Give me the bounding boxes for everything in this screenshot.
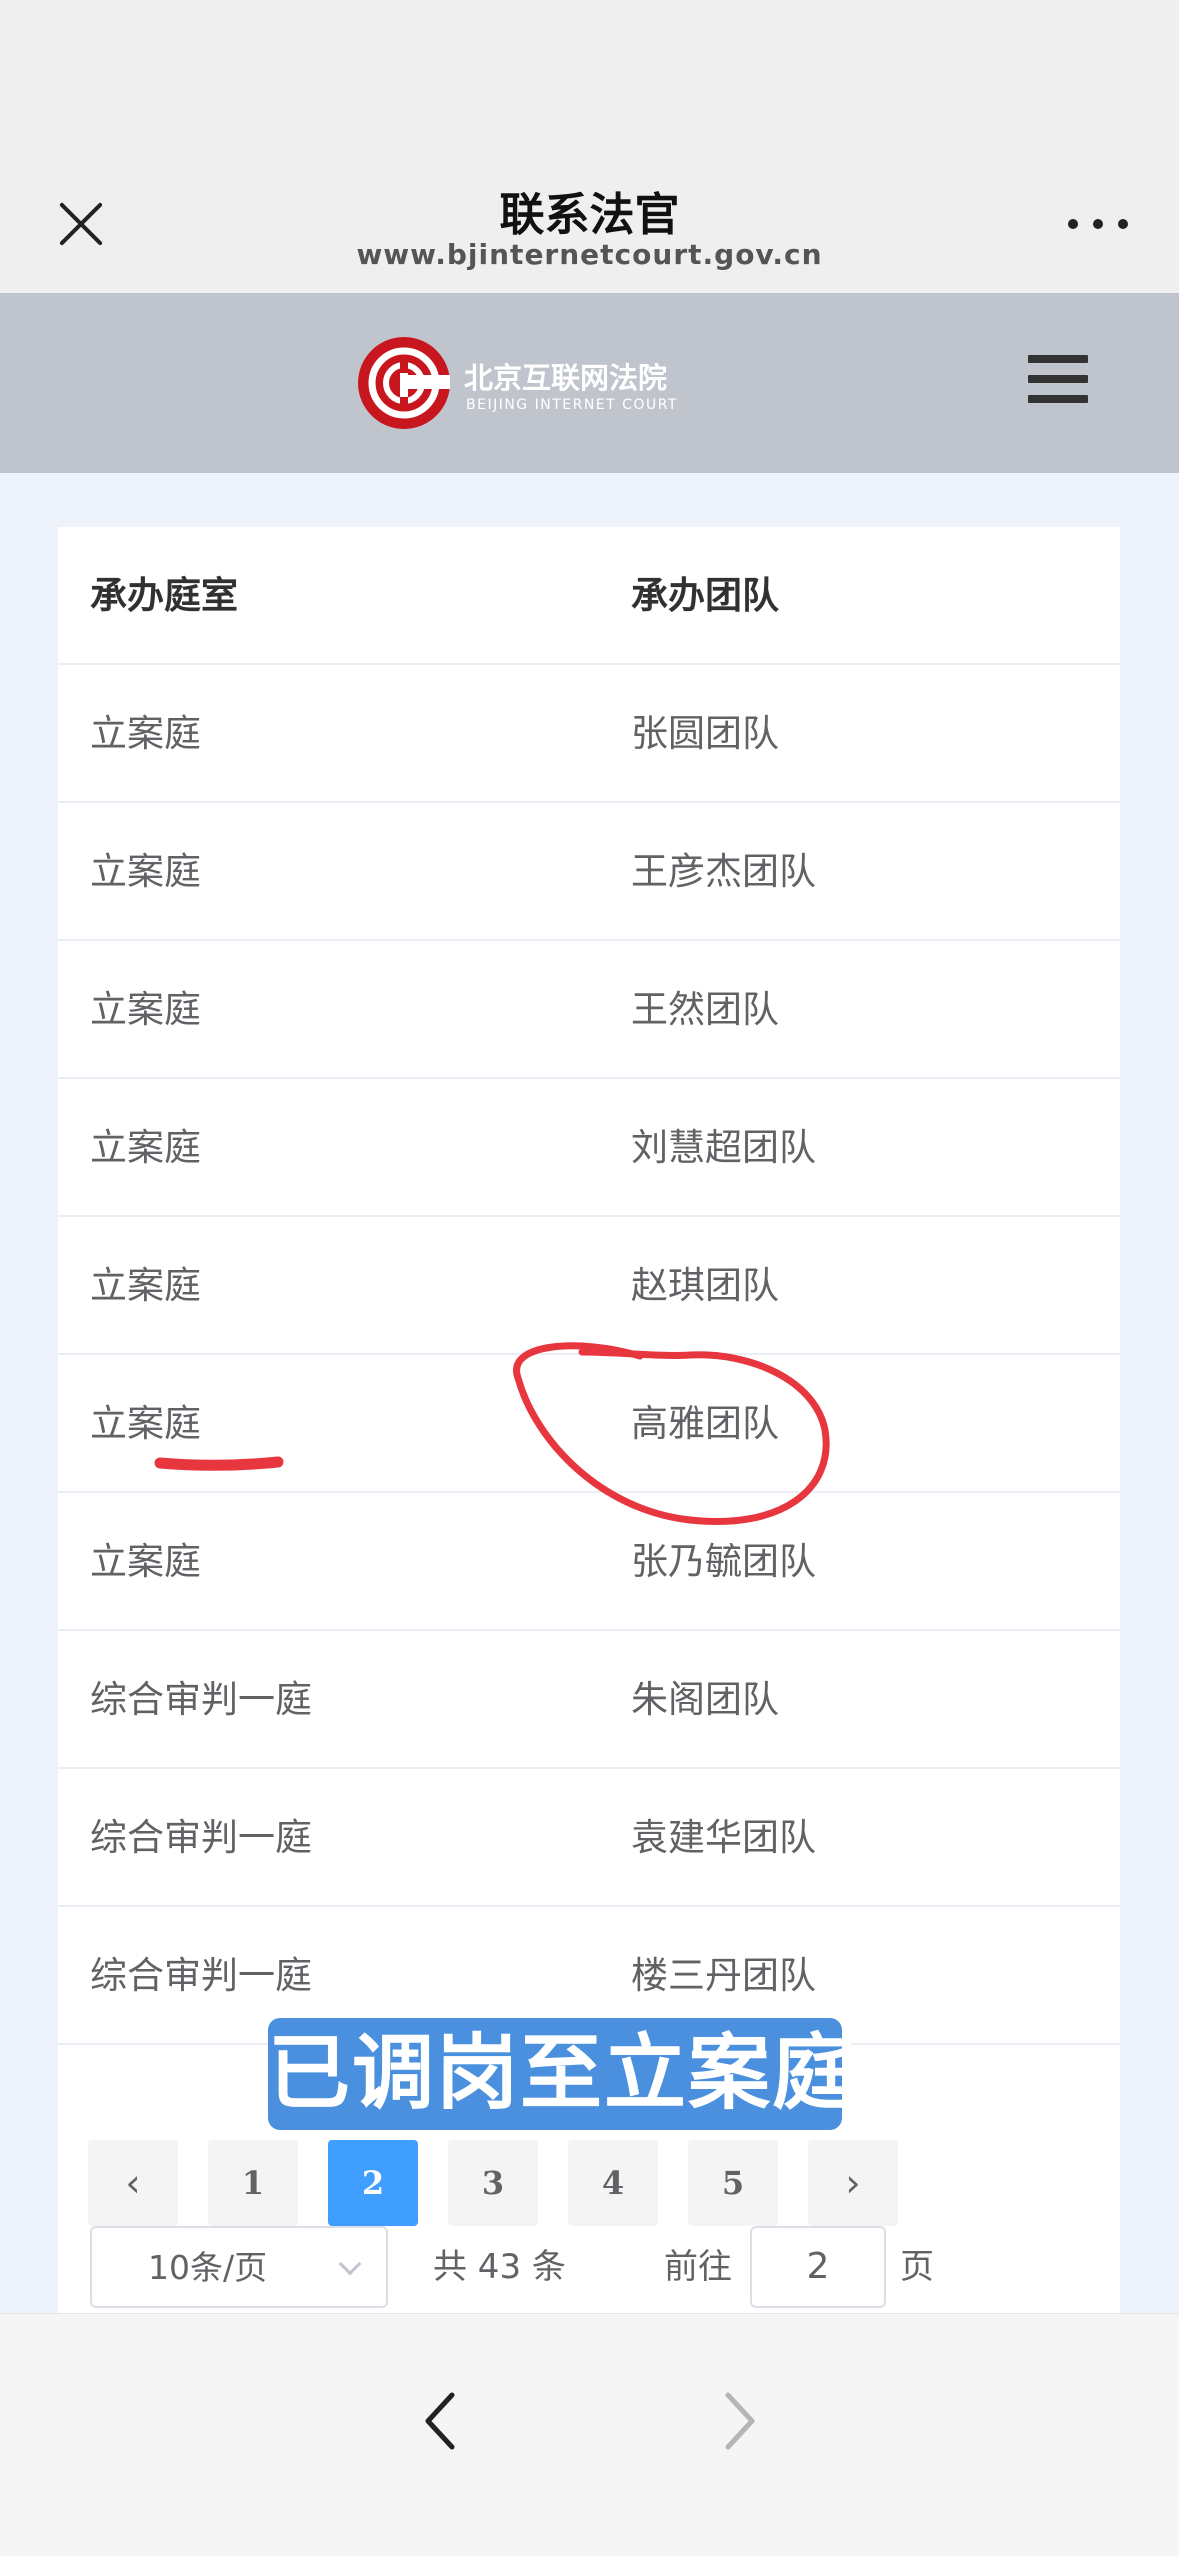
page-button[interactable]: 4 — [568, 2140, 658, 2226]
division-cell: 立案庭 — [90, 712, 201, 755]
forward-arrow-icon[interactable] — [720, 2389, 760, 2453]
division-cell: 立案庭 — [90, 1126, 201, 1169]
page-url: www.bjinternetcourt.gov.cn — [356, 238, 823, 271]
total-count: 共 43 条 — [433, 2247, 566, 2287]
hamburger-menu-icon[interactable] — [1028, 355, 1088, 403]
team-cell: 赵琪团队 — [631, 1264, 779, 1307]
page-button[interactable]: 1 — [208, 2140, 298, 2226]
team-cell: 张乃毓团队 — [631, 1540, 816, 1583]
division-cell: 立案庭 — [90, 1264, 201, 1307]
team-cell: 刘慧超团队 — [631, 1126, 816, 1169]
site-header: 北京互联网法院 BEIJING INTERNET COURT — [0, 293, 1179, 473]
browser-top-bar: 联系法官 www.bjinternetcourt.gov.cn — [0, 0, 1179, 293]
goto-unit: 页 — [900, 2247, 934, 2287]
division-cell: 立案庭 — [90, 850, 201, 893]
table-row: 立案庭 高雅团队 — [58, 1355, 1120, 1493]
page-button-current[interactable]: 2 — [328, 2140, 418, 2226]
division-cell: 立案庭 — [90, 1540, 201, 1583]
table-row: 立案庭 张圆团队 — [58, 665, 1120, 803]
court-logo[interactable]: 北京互联网法院 BEIJING INTERNET COURT — [356, 335, 676, 431]
team-cell: 高雅团队 — [631, 1402, 779, 1445]
court-emblem-icon — [358, 337, 450, 429]
back-arrow-icon[interactable] — [420, 2389, 460, 2453]
table-row: 综合审判一庭 朱阁团队 — [58, 1631, 1120, 1769]
goto-page-input[interactable]: 2 — [750, 2226, 886, 2308]
table-row: 立案庭 张乃毓团队 — [58, 1493, 1120, 1631]
more-options-icon[interactable] — [1068, 216, 1128, 232]
page-button[interactable]: 5 — [688, 2140, 778, 2226]
table-row: 立案庭 赵琪团队 — [58, 1217, 1120, 1355]
division-cell: 综合审判一庭 — [90, 1816, 312, 1859]
court-name-en: BEIJING INTERNET COURT — [466, 397, 678, 413]
team-cell: 王彦杰团队 — [631, 850, 816, 893]
table-row: 立案庭 王然团队 — [58, 941, 1120, 1079]
court-name-cn: 北京互联网法院 — [464, 361, 668, 395]
team-cell: 王然团队 — [631, 988, 779, 1031]
overlay-caption: 已调岗至立案庭 — [268, 2018, 854, 2130]
column-header-team: 承办团队 — [631, 574, 779, 617]
browser-bottom-bar — [0, 2313, 1179, 2556]
division-cell: 综合审判一庭 — [90, 1678, 312, 1721]
chevron-down-icon — [338, 2252, 362, 2276]
goto-label: 前往 — [664, 2247, 732, 2287]
team-cell: 袁建华团队 — [631, 1816, 816, 1859]
team-cell: 张圆团队 — [631, 712, 779, 755]
table-row: 综合审判一庭 袁建华团队 — [58, 1769, 1120, 1907]
page-size-value: 10条/页 — [148, 2248, 268, 2287]
prev-page-button[interactable]: ‹ — [88, 2140, 178, 2226]
page-size-select[interactable]: 10条/页 — [90, 2226, 388, 2308]
table-row: 立案庭 王彦杰团队 — [58, 803, 1120, 941]
division-cell: 立案庭 — [90, 988, 201, 1031]
page-button[interactable]: 3 — [448, 2140, 538, 2226]
table-header-row: 承办庭室 承办团队 — [58, 527, 1120, 665]
division-cell: 立案庭 — [90, 1402, 201, 1445]
page-title: 联系法官 — [499, 188, 680, 241]
table-row: 立案庭 刘慧超团队 — [58, 1079, 1120, 1217]
team-cell: 朱阁团队 — [631, 1678, 779, 1721]
column-header-division: 承办庭室 — [90, 574, 238, 617]
next-page-button[interactable]: › — [808, 2140, 898, 2226]
